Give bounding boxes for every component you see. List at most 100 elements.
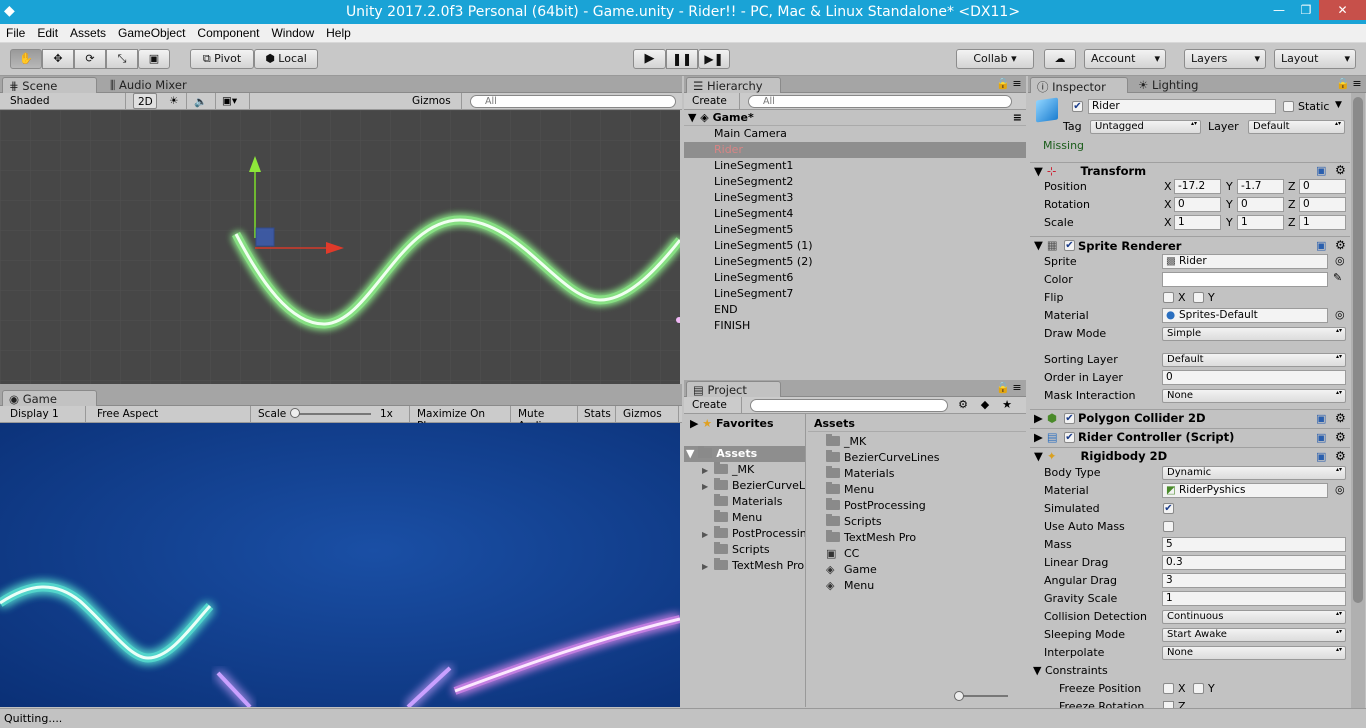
favorite-star-icon[interactable]: ★ — [1000, 398, 1014, 412]
freeze-position-x-checkbox[interactable] — [1163, 683, 1174, 694]
body-type-dropdown[interactable]: Dynamic — [1162, 466, 1346, 480]
menu-component[interactable]: Component — [191, 24, 265, 40]
display-dropdown[interactable]: Display 1 — [6, 406, 86, 422]
lock-icon[interactable]: 🔒 — [996, 381, 1010, 395]
rotation-x-field[interactable]: 0 — [1174, 197, 1221, 212]
simulated-checkbox[interactable]: ✔ — [1163, 503, 1174, 514]
tab-inspector[interactable]: ⓘ Inspector — [1030, 77, 1128, 94]
settings-gear-icon[interactable]: ⚙ — [1335, 430, 1346, 444]
object-name-field[interactable]: Rider — [1088, 99, 1276, 114]
sorting-layer-dropdown[interactable]: Default — [1162, 353, 1346, 367]
asset-file-item[interactable]: ◈ Game — [808, 562, 1026, 578]
panel-menu-icon[interactable]: ≡ — [1350, 77, 1364, 91]
menu-gameobject[interactable]: GameObject — [112, 24, 191, 40]
settings-gear-icon[interactable]: ⚙ — [1335, 163, 1346, 177]
hierarchy-search-input[interactable]: All — [748, 95, 1012, 108]
filter-label-icon[interactable]: ◆ — [978, 398, 992, 412]
help-icon[interactable]: ▣ — [1316, 450, 1326, 463]
tag-dropdown[interactable]: Untagged — [1090, 120, 1201, 134]
tab-audio-mixer[interactable]: ⫼ Audio Mixer — [104, 77, 204, 93]
foldout-arrow-icon[interactable]: ▼ — [1030, 449, 1043, 463]
static-dropdown-arrow-icon[interactable]: ▼ — [1335, 100, 1342, 110]
project-tree-item[interactable]: ▶ TextMesh Pro — [684, 558, 805, 574]
panel-divider[interactable] — [0, 384, 682, 389]
stats-toggle[interactable]: Stats — [580, 406, 616, 422]
sprite-renderer-enabled-checkbox[interactable]: ✔ — [1064, 240, 1075, 251]
material-field[interactable]: ● Sprites-Default — [1162, 308, 1328, 323]
static-checkbox[interactable] — [1283, 101, 1294, 112]
scale-y-field[interactable]: 1 — [1237, 215, 1284, 230]
hierarchy-item[interactable]: LineSegment6 — [684, 270, 1026, 286]
lock-icon[interactable]: 🔒 — [996, 77, 1010, 91]
hand-tool-icon[interactable]: ✋ — [10, 49, 42, 69]
rigidbody-header[interactable]: ▼ ✦ Rigidbody 2D — [1030, 447, 1350, 465]
assets-breadcrumb[interactable]: Assets — [808, 416, 1026, 432]
asset-folder-item[interactable]: BezierCurveLines — [808, 450, 1026, 466]
scene-menu-icon[interactable]: ≡ — [1013, 110, 1022, 126]
step-button[interactable]: ▶❚ — [698, 49, 730, 69]
foldout-collapsed-icon[interactable]: ▶ — [702, 479, 714, 494]
help-icon[interactable]: ▣ — [1316, 431, 1326, 444]
scale-z-field[interactable]: 1 — [1299, 215, 1346, 230]
move-tool-icon[interactable]: ✥ — [42, 49, 74, 69]
gravity-scale-field[interactable]: 1 — [1162, 591, 1346, 606]
scale-x-field[interactable]: 1 — [1174, 215, 1221, 230]
object-picker-icon[interactable]: ◎ — [1335, 483, 1345, 496]
foldout-collapsed-icon[interactable]: ▶ — [1030, 430, 1043, 444]
mask-interaction-dropdown[interactable]: None — [1162, 389, 1346, 403]
hierarchy-item[interactable]: FINISH — [684, 318, 1026, 334]
hierarchy-item[interactable]: LineSegment3 — [684, 190, 1026, 206]
menu-edit[interactable]: Edit — [31, 24, 64, 40]
pivot-toggle[interactable]: ⧉ Pivot — [190, 49, 254, 69]
rect-tool-icon[interactable]: ▣ — [138, 49, 170, 69]
shaded-dropdown[interactable]: Shaded — [6, 93, 126, 109]
favorites-row[interactable]: ▶ ★ Favorites — [684, 416, 805, 432]
constraints-foldout[interactable]: ▼ Constraints — [1033, 664, 1108, 677]
scale-slider-thumb[interactable] — [290, 408, 300, 418]
lock-icon[interactable]: 🔒 — [1336, 77, 1350, 91]
project-tree-item[interactable]: ▶ PostProcessin — [684, 526, 805, 542]
foldout-collapsed-icon[interactable]: ▶ — [702, 559, 714, 574]
sleeping-mode-dropdown[interactable]: Start Awake — [1162, 628, 1346, 642]
hierarchy-item[interactable]: LineSegment7 — [684, 286, 1026, 302]
rider-controller-enabled-checkbox[interactable]: ✔ — [1064, 432, 1075, 443]
project-tree-item[interactable]: ▶ _MK — [684, 462, 805, 478]
linear-drag-field[interactable]: 0.3 — [1162, 555, 1346, 570]
hierarchy-item[interactable]: Main Camera — [684, 126, 1026, 142]
play-button[interactable]: ▶ — [633, 49, 666, 69]
eyedropper-icon[interactable]: ✎ — [1333, 271, 1342, 284]
menu-file[interactable]: File — [0, 24, 31, 40]
hierarchy-create-dropdown[interactable]: Create — [688, 93, 740, 109]
cloud-icon[interactable]: ☁ — [1044, 49, 1076, 69]
rb-material-field[interactable]: ◩ RiderPyshics — [1162, 483, 1328, 498]
hierarchy-item[interactable]: LineSegment5 — [684, 222, 1026, 238]
tab-project[interactable]: ▤ Project — [686, 381, 781, 397]
hierarchy-item[interactable]: LineSegment1 — [684, 158, 1026, 174]
hierarchy-item[interactable]: LineSegment5 (1) — [684, 238, 1026, 254]
rotation-y-field[interactable]: 0 — [1237, 197, 1284, 212]
gizmo-plane-handle[interactable] — [255, 227, 275, 247]
project-tree-item[interactable]: Menu — [684, 510, 805, 526]
rotate-tool-icon[interactable]: ⟳ — [74, 49, 106, 69]
asset-file-item[interactable]: ▣ CC — [808, 546, 1026, 562]
flip-x-checkbox[interactable] — [1163, 292, 1174, 303]
freeze-rotation-checkbox[interactable] — [1163, 701, 1174, 708]
scale-control[interactable]: Scale 1x — [254, 406, 410, 422]
layer-dropdown[interactable]: Default — [1248, 120, 1345, 134]
flip-y-checkbox[interactable] — [1193, 292, 1204, 303]
hierarchy-item[interactable]: LineSegment5 (2) — [684, 254, 1026, 270]
asset-folder-item[interactable]: _MK — [808, 434, 1026, 450]
interpolate-dropdown[interactable]: None — [1162, 646, 1346, 660]
account-dropdown[interactable]: Account ▾ — [1084, 49, 1166, 69]
asset-file-item[interactable]: ◈ Menu — [808, 578, 1026, 594]
help-icon[interactable]: ▣ — [1316, 412, 1326, 425]
lighting-toggle-icon[interactable]: ☀ — [165, 93, 187, 109]
hierarchy-scene-row[interactable]: ▼ ◈ Game* ≡ — [684, 110, 1026, 126]
mute-audio-toggle[interactable]: Mute Audio — [514, 406, 578, 432]
2d-toggle[interactable]: 2D — [133, 93, 157, 109]
position-z-field[interactable]: 0 — [1299, 179, 1346, 194]
asset-folder-item[interactable]: PostProcessing — [808, 498, 1026, 514]
help-icon[interactable]: ▣ — [1316, 239, 1326, 252]
scale-slider-track[interactable] — [291, 413, 371, 415]
inspector-scrollbar[interactable] — [1351, 93, 1365, 708]
